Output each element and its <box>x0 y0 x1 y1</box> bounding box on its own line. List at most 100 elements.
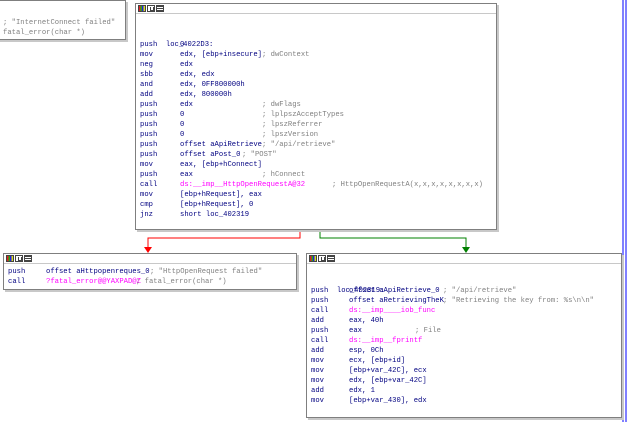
code-comment: ; "HttpOpenRequest failed" <box>150 268 263 276</box>
operand: eax <box>349 327 362 335</box>
code-line: push offset aApiRetrieve; "/api/retrieve" <box>140 140 492 150</box>
code-comment: ; "POST" <box>242 151 277 159</box>
true-branch-edge <box>319 229 467 251</box>
code-line: push offset aPost_0; "POST" <box>140 150 492 160</box>
code-line: mov [ebp+var_430], edx <box>311 396 617 406</box>
mnemonic: mov <box>311 357 324 365</box>
operand[interactable]: offset aHttpopenreques_0 <box>46 267 150 277</box>
code-line: add eax, 40h <box>311 316 617 326</box>
mnemonic: mov <box>311 367 324 375</box>
code-comment: ; hConnect <box>262 171 306 179</box>
graph-icon[interactable] <box>147 5 155 12</box>
operand: ecx, [ebp+id] <box>349 357 406 365</box>
list-icon[interactable] <box>156 5 164 12</box>
operand: [ebp+hRequest], eax <box>180 191 262 199</box>
code-line: push offset aApiRetrieve_0; "/api/retriev… <box>311 286 617 296</box>
mnemonic: push <box>311 327 329 335</box>
code-comment: ; lpszVersion <box>262 131 319 139</box>
mnemonic: push <box>140 111 158 119</box>
code-comment: fatal_error(char *) <box>3 29 85 37</box>
code-line: cmp [ebp+hRequest], 0 <box>140 200 492 210</box>
operand: 0 <box>180 41 185 49</box>
code-line: push offset aHttpopenreques_0; "HttpOpenR… <box>8 267 292 277</box>
main-block-node[interactable]: loc_4022D3: ; dwContext push 0 mov edx, [e… <box>135 3 497 230</box>
operand: [ebp+var_430], edx <box>349 397 427 405</box>
mnemonic: add <box>311 347 324 355</box>
list-icon[interactable] <box>327 255 335 262</box>
list-icon[interactable] <box>24 255 32 262</box>
operand: edx, [ebp+insecure] <box>180 51 262 59</box>
code-line: mov edx, [ebp+insecure] <box>140 50 492 60</box>
operand[interactable]: offset aApiRetrieve_0 <box>349 286 440 296</box>
operand[interactable]: short loc_402319 <box>180 210 249 220</box>
code-line: call ds:__imp____iob_func <box>311 306 617 316</box>
code-line: loc_4022D3: ; dwContext <box>140 30 492 59</box>
code-line: mov [ebp+var_42C], ecx <box>311 366 617 376</box>
code-line: jnz short loc_402319 <box>140 210 492 220</box>
node-header <box>307 254 621 264</box>
operand[interactable]: ds:__imp____iob_func <box>349 306 435 316</box>
code-line: mov edx, [ebp+var_42C] <box>311 376 617 386</box>
mnemonic: call <box>311 337 329 345</box>
code-line: call ds:__imp__fprintf <box>311 336 617 346</box>
operand: edx, [ebp+var_42C] <box>349 377 427 385</box>
mnemonic: push <box>311 287 329 295</box>
code-line: push eax ; hConnect <box>140 170 492 180</box>
operand: eax, [ebp+hConnect] <box>180 161 262 169</box>
code-line: push 0 ; lpszVersion <box>140 130 492 140</box>
code-line: push 0 ; lplpszAcceptTypes <box>140 110 492 120</box>
mnemonic: push <box>140 141 158 149</box>
code-line: add esp, 0Ch <box>311 346 617 356</box>
mnemonic: call <box>311 307 329 315</box>
color-icon[interactable] <box>138 5 146 12</box>
operand[interactable]: offset aPost_0 <box>180 150 240 160</box>
code-line: call ds:__imp__HttpOpenRequestA@32 ; HttpO… <box>140 180 492 190</box>
operand[interactable]: ds:__imp__HttpOpenRequestA@32 <box>180 180 305 190</box>
mnemonic: mov <box>140 191 153 199</box>
code-comment: ; HttpOpenRequestA(x,x,x,x,x,x,x,x) <box>332 181 483 189</box>
code-comment: ; lpszReferrer <box>262 121 323 129</box>
mnemonic: add <box>311 387 324 395</box>
mnemonic: sbb <box>140 71 153 79</box>
operand: edx, 1 <box>349 387 375 395</box>
mnemonic: push <box>140 171 158 179</box>
code-line: neg edx <box>140 60 492 70</box>
graph-icon[interactable] <box>15 255 23 262</box>
operand[interactable]: offset aApiRetrieve <box>180 140 262 150</box>
operand[interactable]: ?fatal_error@@YAXPAD@Z <box>46 277 141 287</box>
graph-icon[interactable] <box>318 255 326 262</box>
code-line: mov [ebp+hRequest], eax <box>140 190 492 200</box>
node-header <box>4 254 296 264</box>
mnemonic: add <box>311 317 324 325</box>
code-line: push 0 <box>140 40 492 50</box>
code-comment: ; dwFlags <box>262 101 301 109</box>
mnemonic: mov <box>311 397 324 405</box>
mnemonic: and <box>140 81 153 89</box>
operand: [ebp+hRequest], 0 <box>180 201 254 209</box>
false-branch-edge <box>147 229 301 251</box>
operand: eax, 40h <box>349 317 384 325</box>
mnemonic: call <box>8 278 26 286</box>
code-line: mov ecx, [ebp+id] <box>311 356 617 366</box>
mnemonic: neg <box>140 61 153 69</box>
top-left-node: ; "InternetConnect failed" fatal_error(c… <box>0 0 126 40</box>
code-comment: ; fatal_error(char *) <box>136 278 227 286</box>
fail-block-node[interactable]: push offset aHttpopenreques_0; "HttpOpenR… <box>3 253 297 290</box>
operand: 0 <box>180 121 185 129</box>
color-icon[interactable] <box>309 255 317 262</box>
color-icon[interactable] <box>6 255 14 262</box>
code-comment: ; "Retrieving the key from: %s\n\n" <box>443 297 594 305</box>
operand: edx, edx <box>180 71 215 79</box>
operand: eax <box>180 171 193 179</box>
mnemonic: mov <box>140 161 153 169</box>
operand[interactable]: offset aRetrievingTheK <box>349 296 444 306</box>
code-line: loc_402319: <box>311 276 617 295</box>
code-line: push offset aRetrievingTheK; "Retrieving … <box>311 296 617 306</box>
success-block-node[interactable]: loc_402319: push offset aApiRetrieve_0; "… <box>306 253 622 418</box>
mnemonic: push <box>8 268 26 276</box>
operand: edx, 800000h <box>180 91 232 99</box>
mnemonic: push <box>140 131 158 139</box>
operand[interactable]: ds:__imp__fprintf <box>349 336 422 346</box>
mnemonic: mov <box>140 51 153 59</box>
mnemonic: cmp <box>140 201 153 209</box>
